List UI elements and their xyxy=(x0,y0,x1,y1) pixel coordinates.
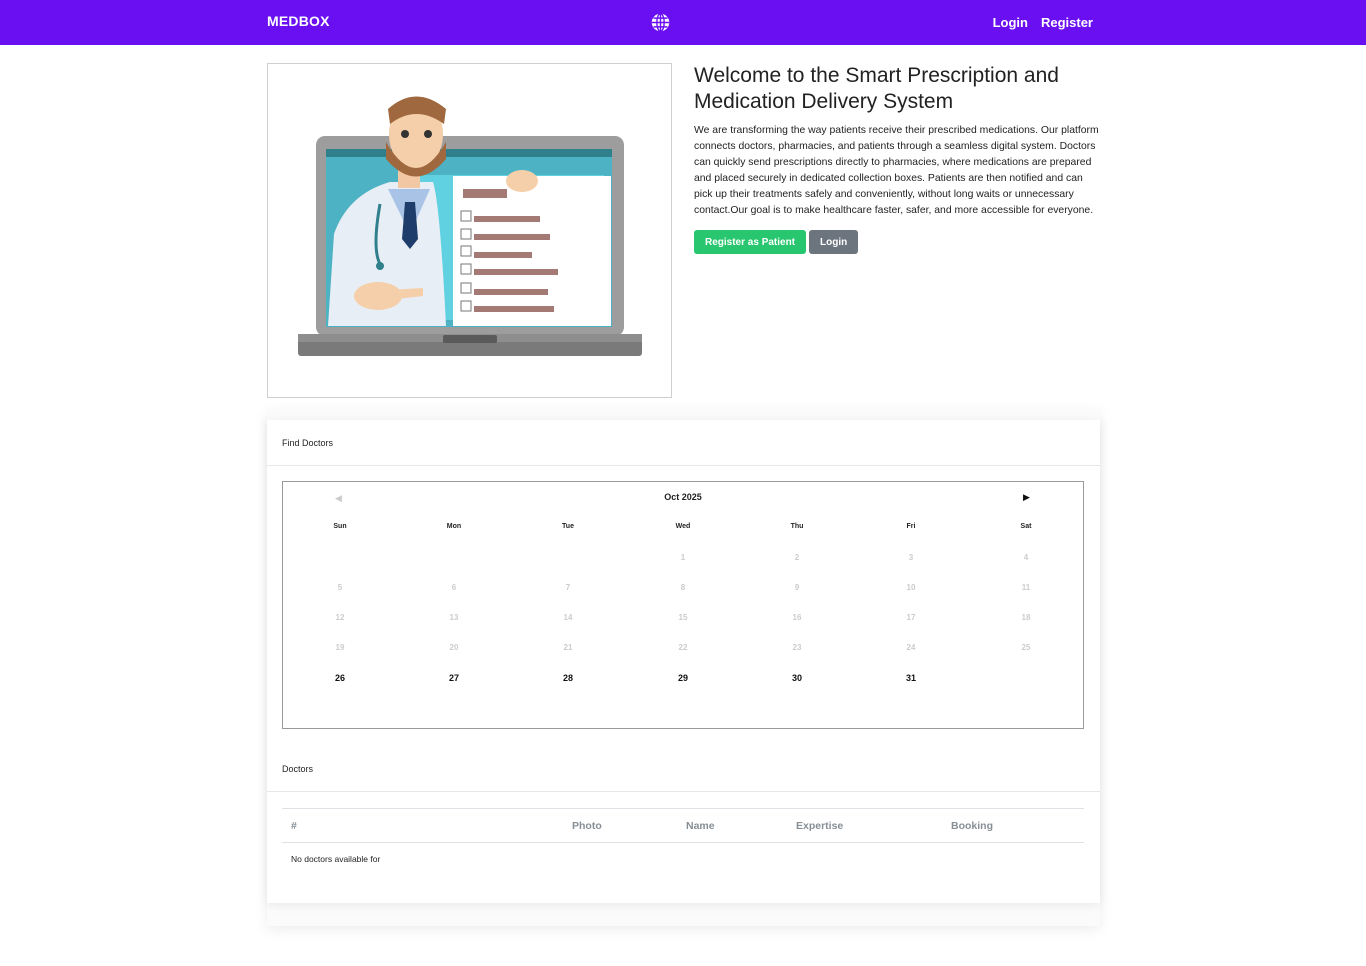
table-header: # Photo Name Expertise Booking xyxy=(282,808,1084,843)
calendar-day-10: 10 xyxy=(906,583,916,592)
weekday-sun: Sun xyxy=(333,523,347,530)
calendar-day-29[interactable]: 29 xyxy=(653,673,713,683)
hero-illustration xyxy=(267,63,672,398)
weekday-mon: Mon xyxy=(446,523,462,530)
calendar-day-11: 11 xyxy=(1021,583,1031,592)
doctor-laptop-illustration xyxy=(268,64,671,397)
calendar-day-18: 18 xyxy=(1021,613,1031,622)
calendar-day-12: 12 xyxy=(335,613,345,622)
calendar-day-4: 4 xyxy=(1023,553,1029,562)
nav-links: Login Register xyxy=(993,15,1093,30)
nav-login-link[interactable]: Login xyxy=(993,15,1028,30)
hero-login-button[interactable]: Login xyxy=(809,230,859,255)
doctors-table: # Photo Name Expertise Booking No doctor… xyxy=(282,808,1084,864)
page-title: Welcome to the Smart Prescription and Me… xyxy=(694,64,1059,113)
calendar-day-15: 15 xyxy=(678,613,688,622)
calendar-day-21: 21 xyxy=(563,643,573,652)
top-navbar: MEDBOX Login Register xyxy=(0,0,1366,45)
find-doctors-header: Find Doctors xyxy=(267,420,1100,466)
calendar-day-27[interactable]: 27 xyxy=(424,673,484,683)
brand-logo[interactable]: MEDBOX xyxy=(267,13,330,29)
calendar-day-20: 20 xyxy=(449,643,459,652)
hero-buttons: Register as Patient Login xyxy=(694,230,1100,255)
hero-description: We are transforming the way patients rec… xyxy=(694,125,1099,216)
calendar-day-25: 25 xyxy=(1021,643,1031,652)
calendar-day-30[interactable]: 30 xyxy=(767,673,827,683)
weekday-sat: Sat xyxy=(1020,523,1032,530)
calendar-day-5: 5 xyxy=(337,583,343,592)
calendar-day-9: 9 xyxy=(794,583,800,592)
calendar-day-7: 7 xyxy=(565,583,571,592)
weekday-tue: Tue xyxy=(562,523,574,530)
column-booking: Booking xyxy=(951,820,993,832)
column-number: # xyxy=(291,820,297,832)
find-doctors-card: Find Doctors Oct 2025 ◀ ▶ Sun Mon Tue Wed Th… xyxy=(267,420,1100,903)
calendar-day-6: 6 xyxy=(451,583,457,592)
calendar-day-13: 13 xyxy=(449,613,459,622)
empty-table-message: No doctors available for xyxy=(291,854,381,864)
nav-register-link[interactable]: Register xyxy=(1041,15,1093,30)
weekday-thu: Thu xyxy=(790,523,804,530)
hero-text: Welcome to the Smart Prescription and Me… xyxy=(694,63,1100,255)
column-photo: Photo xyxy=(572,820,602,832)
calendar-day-24: 24 xyxy=(906,643,916,652)
calendar-day-2: 2 xyxy=(794,553,800,562)
calendar-day-22: 22 xyxy=(678,643,688,652)
globe-icon[interactable] xyxy=(650,12,671,33)
calendar-day-1: 1 xyxy=(680,553,686,562)
column-name: Name xyxy=(686,820,715,832)
calendar: Oct 2025 ◀ ▶ Sun Mon Tue Wed Thu Fri Sat 1 2 3 4 5 6… xyxy=(282,481,1084,729)
calendar-day-23: 23 xyxy=(792,643,802,652)
calendar-day-16: 16 xyxy=(792,613,802,622)
weekday-fri: Fri xyxy=(906,523,916,530)
calendar-day-19: 19 xyxy=(335,643,345,652)
register-as-patient-button[interactable]: Register as Patient xyxy=(694,230,807,255)
calendar-day-14: 14 xyxy=(563,613,573,622)
doctors-header: Doctors xyxy=(267,746,1100,792)
calendar-day-3: 3 xyxy=(908,553,914,562)
calendar-grid: Sun Mon Tue Wed Thu Fri Sat 1 2 3 4 5 6 7 8 9 10 11 12 13 14… xyxy=(283,482,1083,728)
calendar-day-17: 17 xyxy=(906,613,916,622)
weekday-wed: Wed xyxy=(675,523,691,530)
calendar-day-8: 8 xyxy=(680,583,686,592)
calendar-day-28[interactable]: 28 xyxy=(538,673,598,683)
column-expertise: Expertise xyxy=(796,820,844,832)
calendar-day-26[interactable]: 26 xyxy=(310,673,370,683)
calendar-day-31[interactable]: 31 xyxy=(881,673,941,683)
